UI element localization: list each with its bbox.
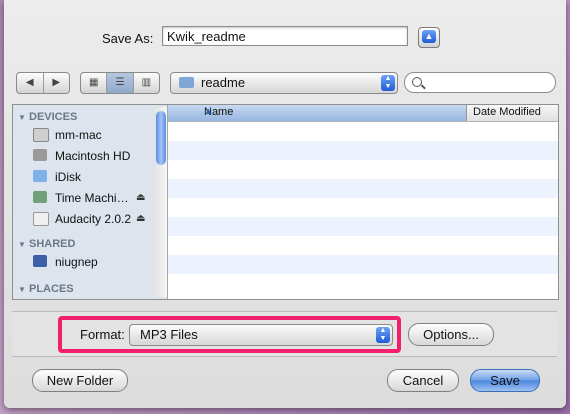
format-bar: Format: MP3 Files ▲ ▼ Options... bbox=[12, 311, 557, 357]
network-computer-icon bbox=[33, 255, 47, 267]
sidebar-section-shared: SHARED bbox=[29, 238, 76, 250]
column-header: Name ▲ Date Modified bbox=[168, 105, 558, 122]
save-dialog: Save As: Kwik_readme ▲ ◀ ▶ ▦ ☰ ▥ readme … bbox=[4, 0, 566, 408]
format-popup[interactable]: MP3 Files ▲ ▼ bbox=[129, 324, 393, 346]
column-name[interactable]: Name ▲ bbox=[168, 105, 467, 121]
column-view-button[interactable]: ▥ bbox=[134, 73, 159, 93]
columns-icon: ▥ bbox=[141, 77, 152, 88]
back-button[interactable]: ◀ bbox=[17, 73, 44, 93]
disclosure-triangle-icon[interactable]: ▼ bbox=[18, 240, 26, 249]
eject-icon[interactable]: ⏏ bbox=[136, 210, 145, 228]
list-row bbox=[168, 179, 558, 198]
format-label: Format: bbox=[80, 327, 125, 342]
list-row bbox=[168, 141, 558, 160]
chevron-up-icon: ▲ bbox=[422, 30, 436, 43]
idisk-icon bbox=[33, 170, 47, 182]
cancel-button[interactable]: Cancel bbox=[387, 369, 459, 392]
folder-popup[interactable]: readme ▲ ▼ bbox=[170, 72, 398, 94]
left-triangle-icon: ◀ bbox=[25, 77, 34, 88]
sidebar-item-time-machine[interactable]: Time Machi… ⏏ bbox=[33, 189, 158, 207]
list-icon: ☰ bbox=[115, 77, 125, 88]
sidebar-section-devices: DEVICES bbox=[29, 111, 78, 123]
list-row bbox=[168, 255, 558, 274]
file-browser: ▼ DEVICES mm-mac Macintosh HD iDisk Time… bbox=[12, 104, 559, 300]
list-row bbox=[168, 236, 558, 255]
scroll-thumb[interactable] bbox=[156, 111, 166, 165]
list-row bbox=[168, 122, 558, 141]
search-field[interactable] bbox=[404, 72, 556, 93]
sidebar-section-places: PLACES bbox=[29, 283, 74, 295]
grid-icon: ▦ bbox=[88, 77, 99, 88]
view-mode-buttons: ▦ ☰ ▥ bbox=[80, 72, 160, 94]
filename-field[interactable]: Kwik_readme bbox=[162, 26, 408, 46]
disclosure-triangle-icon[interactable]: ▼ bbox=[18, 285, 26, 294]
list-row bbox=[168, 160, 558, 179]
folder-icon bbox=[179, 77, 194, 88]
list-row bbox=[168, 217, 558, 236]
file-list: Name ▲ Date Modified bbox=[168, 105, 558, 299]
toolbar: ◀ ▶ ▦ ☰ ▥ readme ▲ ▼ bbox=[4, 72, 566, 96]
computer-icon bbox=[33, 128, 49, 142]
save-as-row: Save As: Kwik_readme ▲ bbox=[4, 26, 566, 50]
disk-image-icon bbox=[33, 212, 49, 226]
history-buttons: ◀ ▶ bbox=[16, 72, 70, 94]
forward-button[interactable]: ▶ bbox=[44, 73, 70, 93]
sidebar: ▼ DEVICES mm-mac Macintosh HD iDisk Time… bbox=[13, 105, 168, 299]
format-value: MP3 Files bbox=[140, 327, 198, 342]
search-icon bbox=[412, 77, 422, 87]
save-button[interactable]: Save bbox=[470, 369, 540, 392]
expand-dialog-button[interactable]: ▲ bbox=[418, 27, 440, 48]
time-machine-icon bbox=[33, 191, 47, 203]
hard-drive-icon bbox=[33, 149, 47, 161]
sort-ascending-icon: ▲ bbox=[204, 106, 213, 116]
eject-icon[interactable]: ⏏ bbox=[136, 189, 145, 207]
save-as-label: Save As: bbox=[102, 31, 154, 46]
disclosure-triangle-icon[interactable]: ▼ bbox=[18, 113, 26, 122]
list-row bbox=[168, 274, 558, 293]
list-row bbox=[168, 198, 558, 217]
column-date-modified[interactable]: Date Modified bbox=[473, 106, 541, 118]
sidebar-scrollbar[interactable] bbox=[155, 107, 167, 297]
popup-arrows-icon: ▲ ▼ bbox=[381, 75, 395, 91]
folder-label: readme bbox=[201, 75, 246, 90]
icon-view-button[interactable]: ▦ bbox=[81, 73, 108, 93]
popup-arrows-icon: ▲ ▼ bbox=[376, 327, 390, 343]
sidebar-item-audacity[interactable]: Audacity 2.0.2 ⏏ bbox=[33, 210, 158, 228]
new-folder-button[interactable]: New Folder bbox=[32, 369, 128, 392]
list-view-button[interactable]: ☰ bbox=[107, 73, 134, 93]
options-button[interactable]: Options... bbox=[408, 323, 494, 346]
right-triangle-icon: ▶ bbox=[52, 77, 61, 88]
